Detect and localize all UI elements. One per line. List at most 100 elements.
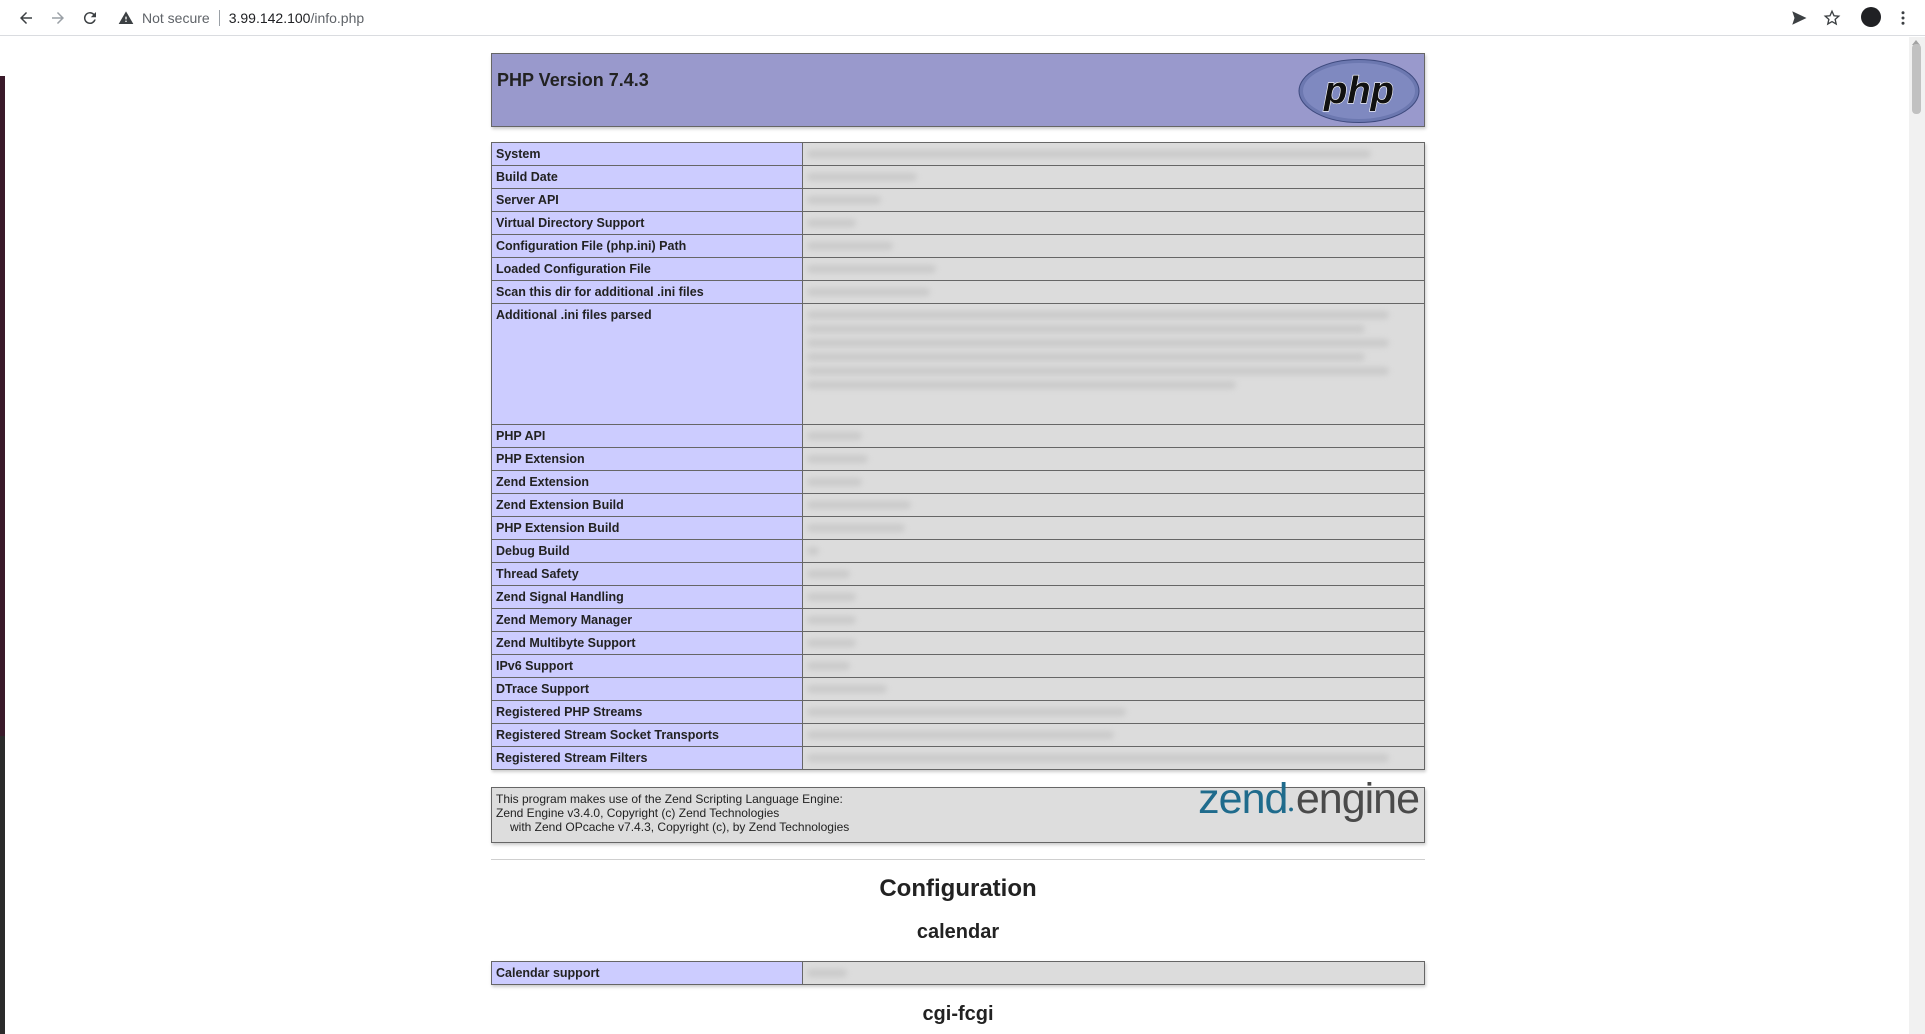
table-row: DTrace Support [491, 677, 1425, 701]
table-row: Build Date [491, 165, 1425, 189]
table-row: Zend Multibyte Support [491, 631, 1425, 655]
row-label: Additional .ini files parsed [491, 303, 803, 425]
row-value-redacted [802, 562, 1425, 586]
browser-toolbar: Not secure 3.99.142.100/info.php [0, 0, 1925, 36]
table-row: Registered Stream Socket Transports [491, 723, 1425, 747]
row-value-redacted [802, 303, 1425, 425]
table-row: PHP Extension [491, 447, 1425, 471]
table-row: Registered Stream Filters [491, 746, 1425, 770]
row-value-redacted [802, 631, 1425, 655]
row-label: Virtual Directory Support [491, 211, 803, 235]
menu-kebab-icon[interactable] [1890, 5, 1916, 31]
zend-engine-box: This program makes use of the Zend Scrip… [491, 775, 1425, 843]
address-bar[interactable]: Not secure 3.99.142.100/info.php [118, 4, 1808, 32]
table-row: Configuration File (php.ini) Path [491, 234, 1425, 258]
row-value-redacted [802, 539, 1425, 563]
row-value-redacted [802, 585, 1425, 609]
php-version-header: PHP Version 7.4.3 php [491, 53, 1425, 127]
row-label: Zend Memory Manager [491, 608, 803, 632]
row-value-redacted [802, 188, 1425, 212]
reload-icon[interactable] [77, 5, 103, 31]
row-label: Debug Build [491, 539, 803, 563]
table-row: Zend Extension Build [491, 493, 1425, 517]
table-row: Registered PHP Streams [491, 700, 1425, 724]
row-label: PHP Extension [491, 447, 803, 471]
row-label: Calendar support [491, 961, 803, 985]
row-label: Configuration File (php.ini) Path [491, 234, 803, 258]
section-divider [491, 859, 1425, 860]
row-value-redacted [802, 654, 1425, 678]
calendar-table: Calendar support [491, 961, 1425, 985]
page-title: PHP Version 7.4.3 [497, 70, 649, 90]
row-value-redacted [802, 677, 1425, 701]
security-label: Not secure [142, 10, 210, 26]
section-heading-calendar: calendar [916, 921, 1000, 943]
svg-text:php: php [1323, 70, 1394, 112]
row-label: DTrace Support [491, 677, 803, 701]
desktop-edge-lower [0, 736, 5, 1034]
row-value-redacted [802, 516, 1425, 540]
warning-icon [118, 11, 134, 24]
zend-engine-logo: zend●engine [1198, 775, 1420, 823]
table-row: Additional .ini files parsed [491, 303, 1425, 425]
row-value-redacted [802, 257, 1425, 281]
back-icon[interactable] [13, 5, 39, 31]
url-host: 3.99.142.100 [228, 10, 311, 26]
php-logo: php [1298, 59, 1420, 123]
table-row: Virtual Directory Support [491, 211, 1425, 235]
row-value-redacted [802, 700, 1425, 724]
zend-logo-part1: zend [1198, 775, 1288, 823]
zend-logo-part2: engine [1295, 775, 1420, 823]
table-row: PHP API [491, 424, 1425, 448]
scrollbar-thumb[interactable] [1912, 44, 1921, 114]
configuration-heading: Configuration [879, 875, 1037, 902]
row-value-redacted [802, 142, 1425, 166]
row-value-redacted [802, 961, 1425, 985]
row-label: Thread Safety [491, 562, 803, 586]
row-value-redacted [802, 280, 1425, 304]
omnibox-separator [218, 10, 220, 26]
table-row: Zend Memory Manager [491, 608, 1425, 632]
table-row: Zend Signal Handling [491, 585, 1425, 609]
table-row: Calendar support [491, 961, 1425, 985]
row-label: System [491, 142, 803, 166]
row-value-redacted [802, 447, 1425, 471]
table-row: Debug Build [491, 539, 1425, 563]
row-label: Zend Extension [491, 470, 803, 494]
row-label: Registered PHP Streams [491, 700, 803, 724]
info-table: System Build Date Server API Virtual Direct… [491, 142, 1425, 770]
row-value-redacted [802, 493, 1425, 517]
table-row: PHP Extension Build [491, 516, 1425, 540]
desktop-edge [0, 76, 5, 736]
send-icon[interactable] [1786, 5, 1812, 31]
url-path: /info.php [310, 10, 365, 26]
row-value-redacted [802, 608, 1425, 632]
row-value-redacted [802, 234, 1425, 258]
row-label: PHP API [491, 424, 803, 448]
profile-avatar[interactable] [1861, 7, 1881, 27]
table-row: Server API [491, 188, 1425, 212]
table-row: Zend Extension [491, 470, 1425, 494]
row-label: Loaded Configuration File [491, 257, 803, 281]
row-label: Build Date [491, 165, 803, 189]
table-row: Scan this dir for additional .ini files [491, 280, 1425, 304]
table-row: IPv6 Support [491, 654, 1425, 678]
row-value-redacted [802, 470, 1425, 494]
row-label: Registered Stream Socket Transports [491, 723, 803, 747]
row-label: Zend Extension Build [491, 493, 803, 517]
row-label: Zend Signal Handling [491, 585, 803, 609]
row-label: Registered Stream Filters [491, 746, 803, 770]
forward-icon[interactable] [45, 5, 71, 31]
row-value-redacted [802, 165, 1425, 189]
table-row: System [491, 142, 1425, 166]
row-label: Server API [491, 188, 803, 212]
row-value-redacted [802, 746, 1425, 770]
section-heading-cgi-fcgi: cgi-fcgi [922, 1003, 994, 1025]
row-value-redacted [802, 723, 1425, 747]
table-row: Loaded Configuration File [491, 257, 1425, 281]
bookmark-star-icon[interactable] [1819, 5, 1845, 31]
scrollbar-track[interactable] [1909, 37, 1925, 1034]
row-value-redacted [802, 424, 1425, 448]
row-value-redacted [802, 211, 1425, 235]
row-label: IPv6 Support [491, 654, 803, 678]
